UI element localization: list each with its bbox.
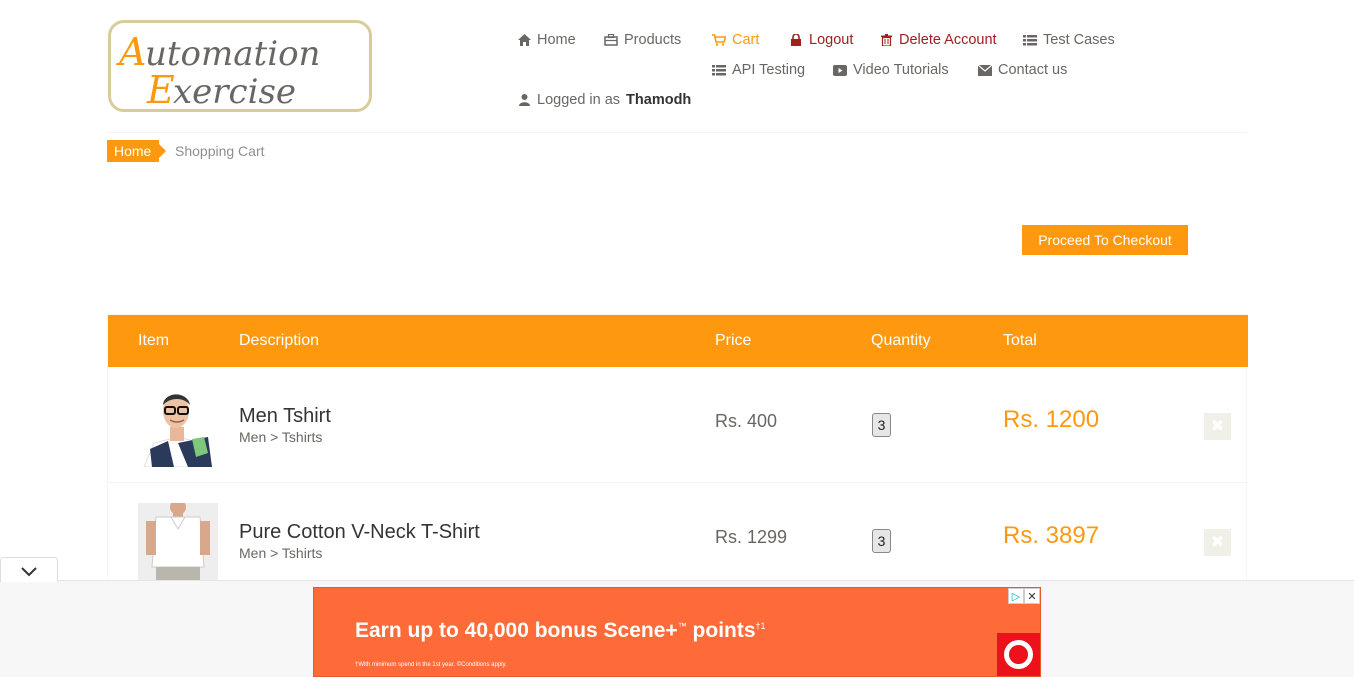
nav-cart-label: Cart: [732, 32, 760, 48]
ad-controls: ▷ ✕: [1008, 588, 1040, 604]
collapse-ad-button[interactable]: [0, 557, 58, 582]
nav-delete-account[interactable]: Delete Account: [879, 32, 997, 48]
chevron-down-icon: [21, 567, 37, 577]
cart-row: Men Tshirt Men > Tshirts Rs. 400 3 Rs. 1…: [108, 367, 1248, 483]
cart-icon: [712, 33, 726, 47]
header-total: Total: [1003, 332, 1037, 349]
nav-api-testing[interactable]: API Testing: [712, 62, 805, 78]
nav-test-cases-label: Test Cases: [1043, 32, 1115, 48]
nav-delete-account-label: Delete Account: [899, 32, 997, 48]
nav-logged-in: Logged in as Thamodh: [517, 92, 691, 108]
header-item: Item: [138, 332, 170, 349]
list-icon: [1023, 33, 1037, 47]
cart-table: Item Description Price Quantity Total Me…: [107, 314, 1248, 604]
lock-icon: [789, 33, 803, 47]
nav-contact-us-label: Contact us: [998, 62, 1068, 78]
nav-test-cases[interactable]: Test Cases: [1023, 32, 1115, 48]
ad-headline: Earn up to 40,000 bonus Scene+™ points†1: [355, 619, 766, 642]
product-price: Rs. 400: [715, 411, 778, 431]
close-icon: ✖: [1210, 418, 1225, 435]
list-icon: [712, 63, 726, 77]
youtube-play-icon: [833, 63, 847, 77]
nav-logout[interactable]: Logout: [789, 32, 853, 48]
nav-products[interactable]: Products: [604, 32, 681, 48]
breadcrumb-current: Shopping Cart: [175, 143, 265, 159]
product-category: Men > Tshirts: [239, 545, 323, 561]
product-image[interactable]: [138, 387, 218, 468]
header-price: Price: [715, 332, 752, 349]
envelope-icon: [978, 63, 992, 77]
header-divider: [107, 132, 1247, 133]
trash-icon: [879, 33, 893, 47]
product-name[interactable]: Men Tshirt: [239, 405, 331, 428]
delete-item-button[interactable]: ✖: [1204, 413, 1231, 440]
cart-table-header: Item Description Price Quantity Total: [108, 315, 1248, 367]
header-description: Description: [239, 332, 320, 349]
nav-products-label: Products: [624, 32, 682, 48]
home-icon: [517, 33, 531, 47]
logged-in-label: Logged in as: [537, 92, 621, 108]
products-icon: [604, 33, 618, 47]
page: A utomation E xercise Home Products Cart…: [0, 0, 1354, 677]
nav-home[interactable]: Home: [517, 32, 576, 48]
nav-contact-us[interactable]: Contact us: [978, 62, 1067, 78]
logo-letter-a: A: [116, 30, 146, 74]
logo-word-2: xercise: [173, 72, 296, 109]
scene-plus-logo: [997, 633, 1040, 676]
site-logo[interactable]: A utomation E xercise: [108, 20, 372, 112]
breadcrumb-home[interactable]: Home: [107, 140, 167, 162]
quantity-button[interactable]: 3: [872, 413, 891, 437]
user-icon: [517, 93, 531, 107]
product-total: Rs. 1200: [1003, 406, 1100, 433]
product-total: Rs. 3897: [1003, 522, 1100, 549]
delete-item-button[interactable]: ✖: [1204, 529, 1231, 556]
adchoices-icon[interactable]: ▷: [1008, 588, 1024, 604]
nav-video-tutorials-label: Video Tutorials: [853, 62, 949, 78]
product-image[interactable]: [138, 499, 218, 583]
ad-banner[interactable]: Earn up to 40,000 bonus Scene+™ points†1…: [313, 587, 1041, 677]
nav-video-tutorials[interactable]: Video Tutorials: [833, 62, 949, 78]
close-icon: ✖: [1210, 534, 1225, 551]
quantity-button[interactable]: 3: [872, 529, 891, 553]
logged-in-username: Thamodh: [626, 92, 692, 108]
ad-close-icon[interactable]: ✕: [1024, 588, 1040, 604]
ad-fine-print: †With minimum spend in the 1st year. ©Co…: [355, 662, 507, 668]
proceed-to-checkout-button[interactable]: Proceed To Checkout: [1022, 225, 1188, 255]
product-name[interactable]: Pure Cotton V-Neck T-Shirt: [239, 521, 480, 544]
nav-cart[interactable]: Cart: [712, 32, 759, 48]
product-category: Men > Tshirts: [239, 429, 323, 445]
header-quantity: Quantity: [871, 332, 931, 349]
nav-home-label: Home: [537, 32, 576, 48]
product-price: Rs. 1299: [715, 527, 788, 547]
nav-api-testing-label: API Testing: [732, 62, 806, 78]
nav-logout-label: Logout: [809, 32, 854, 48]
logo-letter-e: E: [146, 68, 175, 109]
